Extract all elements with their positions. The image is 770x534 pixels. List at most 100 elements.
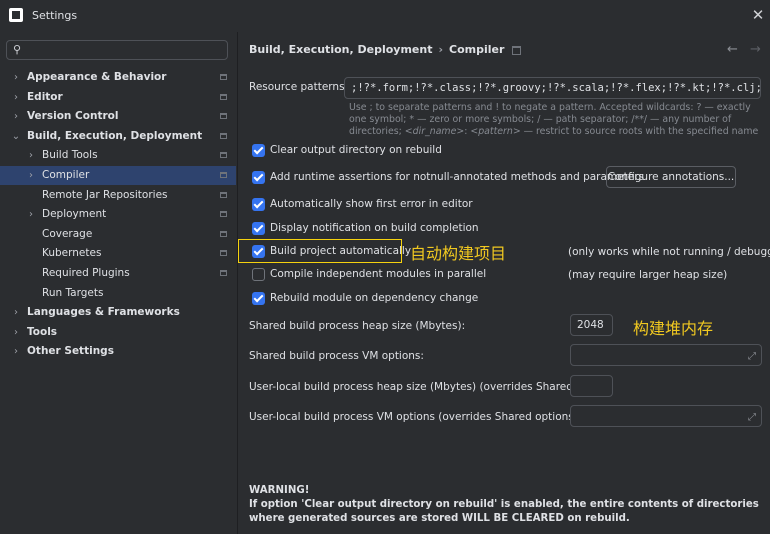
chevron-right-icon[interactable]: › [26,205,36,224]
sidebar-item-label: Editor [27,90,63,103]
user-vm-label: User-local build process VM options (ove… [249,411,582,423]
warning-title: WARNING! [249,485,310,496]
chevron-right-icon[interactable]: › [11,342,21,361]
build-automatically-checkbox[interactable] [252,245,265,258]
breadcrumb-separator-icon: › [438,43,444,56]
annotation-heap: 构建堆内存 [633,319,714,338]
pin-icon [220,270,227,276]
pin-icon [220,132,227,139]
clear-output-checkbox[interactable] [252,144,265,157]
pin-icon [220,250,227,257]
sidebar-item-build-execution-deployment[interactable]: ⌄ Build, Execution, Deployment [0,127,236,146]
shared-heap-value: 2048 [577,319,604,331]
resource-patterns-field[interactable]: ;!?*.form;!?*.class;!?*.groovy;!?*.scala… [344,77,761,99]
runtime-assertions-label[interactable]: Add runtime assertions for notnull-annot… [270,171,644,183]
chevron-right-icon[interactable]: › [11,303,21,322]
sidebar-item-label: Appearance & Behavior [27,71,167,83]
warning-block: WARNING! If option 'Clear output directo… [249,484,764,526]
chevron-right-icon[interactable]: › [26,166,36,185]
sidebar-item-label: Run Targets [42,286,104,299]
pin-icon [220,172,227,178]
sidebar-item-coverage[interactable]: Coverage [0,225,236,244]
user-heap-label: User-local build process heap size (Mbyt… [249,381,605,393]
sidebar-item-other-settings[interactable]: › Other Settings [0,342,236,361]
pin-icon [220,93,227,100]
shared-vm-input[interactable]: ⤢ [570,344,762,366]
shared-heap-input[interactable]: 2048 [570,314,613,336]
sidebar-item-label: Deployment [42,208,107,221]
chevron-down-icon[interactable]: ⌄ [11,127,21,146]
sidebar-item-label: Coverage [42,227,93,240]
search-input[interactable]: ⚲ [6,40,228,60]
clear-output-label[interactable]: Clear output directory on rebuild [270,144,442,156]
arrow-left-icon[interactable]: ← [727,42,738,57]
sidebar-item-remote-jar-repositories[interactable]: Remote Jar Repositories [0,186,236,205]
pin-icon [220,74,227,80]
sidebar-item-version-control[interactable]: › Version Control [0,107,236,126]
sidebar-item-label: Compiler [42,169,90,181]
user-vm-input[interactable]: ⤢ [570,405,762,427]
sidebar-item-label: Tools [27,325,58,338]
breadcrumb: Build, Execution, Deployment › Compiler [249,43,522,56]
chevron-right-icon[interactable]: › [11,323,21,342]
chevron-right-icon[interactable]: › [11,107,21,126]
pin-icon [220,230,227,237]
show-first-error-checkbox[interactable] [252,198,265,211]
rebuild-module-checkbox[interactable] [252,292,265,305]
rebuild-module-label[interactable]: Rebuild module on dependency change [270,292,478,304]
title-bar: Settings ✕ [0,0,770,32]
compile-parallel-checkbox[interactable] [252,268,265,281]
breadcrumb-current: Compiler [449,43,505,56]
sidebar-item-editor[interactable]: › Editor [0,88,236,107]
sidebar-item-build-tools[interactable]: › Build Tools [0,146,236,165]
expand-icon[interactable]: ⤢ [748,351,756,362]
settings-sidebar: ⚲ › Appearance & Behavior › Editor › Version … [0,32,238,534]
runtime-assertions-checkbox[interactable] [252,171,265,184]
chevron-right-icon[interactable]: › [11,88,21,107]
build-notification-label[interactable]: Display notification on build completion [270,222,479,234]
sidebar-item-deployment[interactable]: › Deployment [0,205,236,224]
pin-icon [220,211,227,218]
window-title: Settings [32,9,78,22]
resource-patterns-value: ;!?*.form;!?*.class;!?*.groovy;!?*.scala… [351,82,761,94]
sidebar-item-label: Required Plugins [42,267,130,279]
arrow-right-icon[interactable]: → [750,42,761,57]
build-automatically-label[interactable]: Build project automatically [270,245,411,257]
sidebar-item-run-targets[interactable]: Run Targets [0,284,236,303]
user-heap-input[interactable] [570,375,613,397]
sidebar-item-label: Version Control [27,110,119,123]
build-auto-note: (only works while not running / debuggin… [568,246,770,258]
pin-icon[interactable] [512,45,522,55]
sidebar-item-label: Remote Jar Repositories [42,188,168,201]
intellij-logo-icon [9,8,23,22]
sidebar-item-compiler[interactable]: › Compiler [0,166,236,185]
chevron-right-icon[interactable]: › [11,68,21,87]
sidebar-item-tools[interactable]: › Tools [0,323,236,342]
chevron-right-icon[interactable]: › [26,146,36,165]
compile-parallel-label[interactable]: Compile independent modules in parallel [270,268,486,280]
sidebar-item-languages-frameworks[interactable]: › Languages & Frameworks [0,303,236,322]
sidebar-item-kubernetes[interactable]: Kubernetes [0,244,236,263]
pin-icon [220,191,227,198]
sidebar-item-label: Kubernetes [42,247,102,260]
sidebar-item-required-plugins[interactable]: Required Plugins [0,264,236,283]
shared-heap-label: Shared build process heap size (Mbytes): [249,320,466,332]
sidebar-item-appearance-behavior[interactable]: › Appearance & Behavior [0,68,236,87]
warning-text: If option 'Clear output directory on reb… [249,499,759,524]
show-first-error-label[interactable]: Automatically show first error in editor [270,198,473,210]
search-icon: ⚲ [13,43,22,56]
pin-icon [220,152,227,159]
close-icon[interactable]: ✕ [749,6,767,24]
sidebar-item-label: Build Tools [42,149,98,162]
sidebar-item-label: Other Settings [27,345,114,358]
pin-icon [220,113,227,120]
shared-vm-label: Shared build process VM options: [249,350,424,362]
breadcrumb-parent[interactable]: Build, Execution, Deployment [249,43,432,56]
expand-icon[interactable]: ⤢ [748,412,756,423]
resource-patterns-label: Resource patterns: [249,81,349,93]
configure-annotations-button[interactable]: Configure annotations... [606,166,736,188]
annotation-build-auto: 自动构建项目 [410,244,507,263]
resource-patterns-hint: Use ; to separate patterns and ! to nega… [349,102,759,137]
compile-parallel-note: (may require larger heap size) [568,269,728,281]
build-notification-checkbox[interactable] [252,222,265,235]
